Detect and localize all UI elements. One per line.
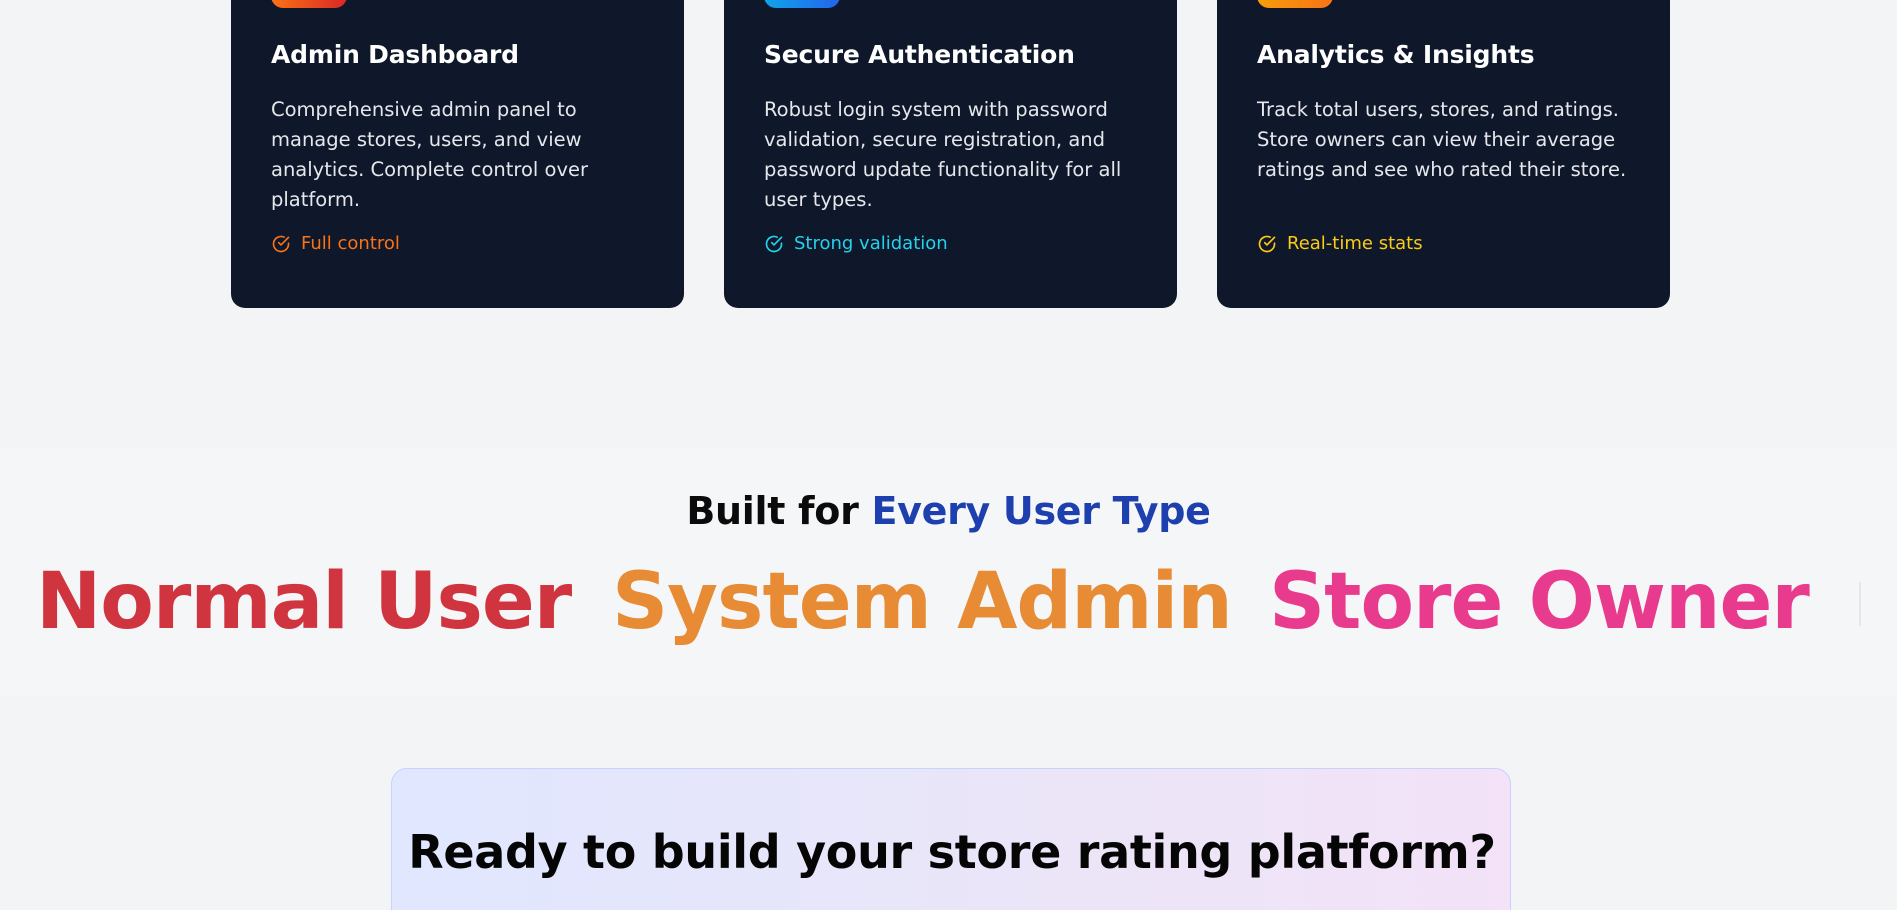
- feature-card-title: Secure Authentication: [764, 40, 1075, 69]
- marquee-edge-divider: [1859, 582, 1861, 626]
- cta-title: Ready to build your store rating platfor…: [408, 825, 1496, 879]
- feature-card-description: Track total users, stores, and ratings. …: [1257, 98, 1627, 181]
- features-section: Admin Dashboard Comprehensive admin pane…: [0, 0, 1897, 447]
- check-circle-icon: [272, 235, 290, 252]
- cta-card: Ready to build your store rating platfor…: [391, 768, 1511, 910]
- feature-card-tag: Strong validation: [764, 233, 948, 254]
- user-types-marquee: Normal User System Admin Store Owner: [36, 552, 1861, 652]
- user-types-heading-prefix: Built for: [686, 489, 859, 533]
- user-types-section: Built for Every User Type Normal User Sy…: [0, 447, 1897, 697]
- check-circle-icon: [1258, 235, 1276, 252]
- feature-icon-badge: [1257, 0, 1333, 8]
- feature-card-analytics-insights: Analytics & Insights Track total users, …: [1217, 0, 1670, 308]
- feature-icon-badge: [271, 0, 347, 8]
- check-circle-icon: [765, 235, 783, 252]
- user-type-store-owner: Store Owner: [1269, 557, 1810, 647]
- feature-card-tag: Full control: [271, 233, 400, 254]
- user-types-heading-highlight: Every User Type: [871, 489, 1211, 533]
- feature-card-secure-authentication: Secure Authentication Robust login syste…: [724, 0, 1177, 308]
- feature-card-admin-dashboard: Admin Dashboard Comprehensive admin pane…: [231, 0, 684, 308]
- feature-card-title: Analytics & Insights: [1257, 40, 1535, 69]
- user-types-heading: Built for Every User Type: [0, 489, 1897, 533]
- feature-card-tag-label: Real-time stats: [1287, 233, 1423, 254]
- user-type-normal-user: Normal User: [36, 557, 572, 647]
- feature-icon-badge: [764, 0, 840, 8]
- feature-card-tag-label: Strong validation: [794, 233, 948, 254]
- feature-card-description: Robust login system with password valida…: [764, 98, 1122, 211]
- feature-card-title: Admin Dashboard: [271, 40, 519, 69]
- user-type-system-admin: System Admin: [612, 557, 1233, 647]
- feature-card-tag: Real-time stats: [1257, 233, 1423, 254]
- feature-card-description: Comprehensive admin panel to manage stor…: [271, 98, 589, 211]
- feature-card-tag-label: Full control: [301, 233, 400, 254]
